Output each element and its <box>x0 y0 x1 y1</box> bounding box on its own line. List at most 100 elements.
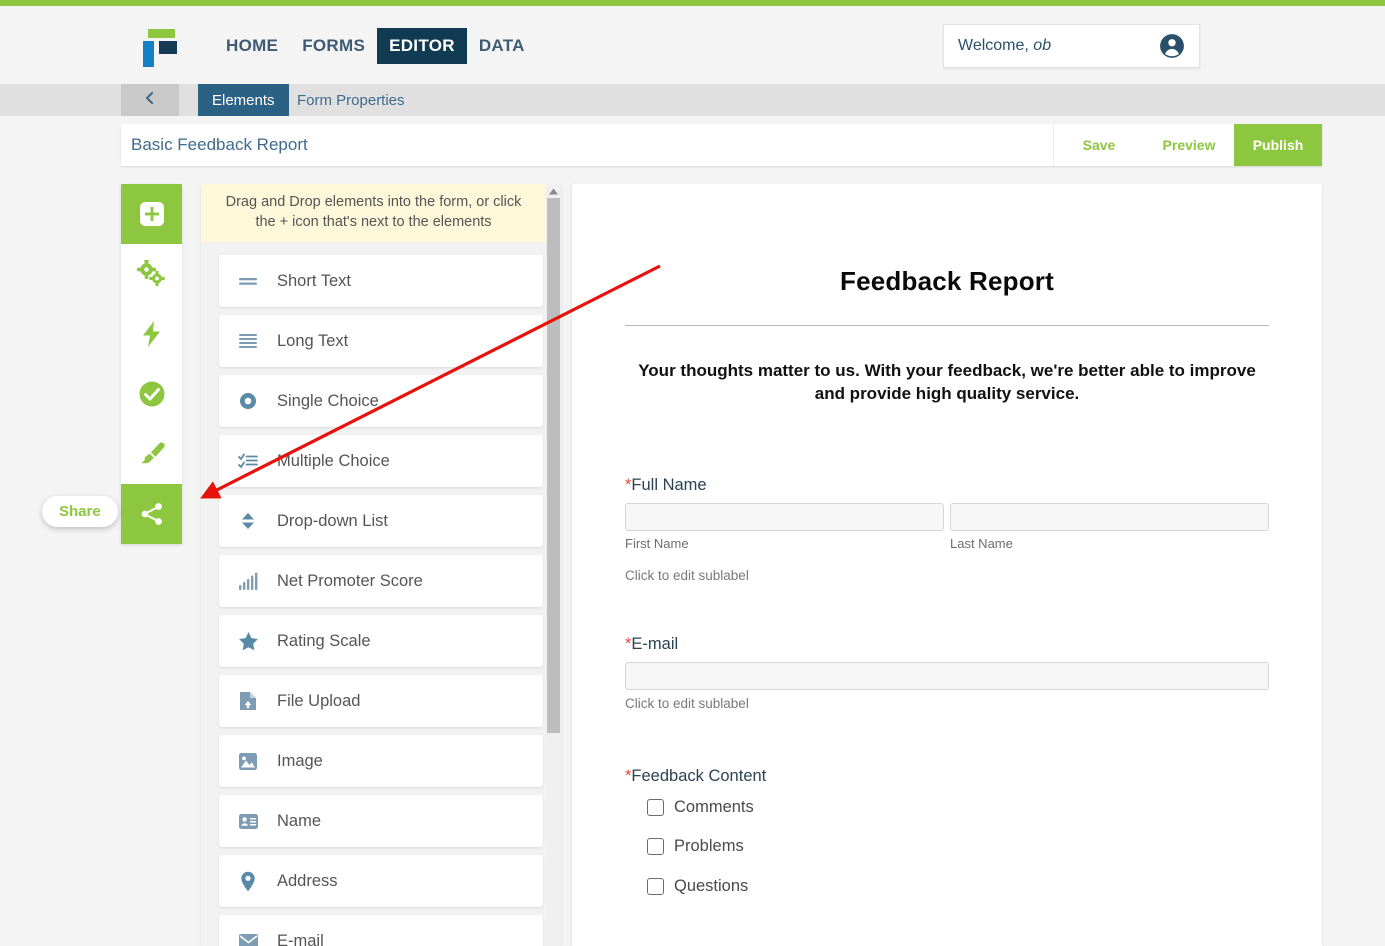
element-image[interactable]: Image <box>219 735 543 787</box>
main-nav: HOME FORMS EDITOR DATA <box>214 28 537 64</box>
back-button[interactable] <box>121 84 179 116</box>
rail-item-conditions[interactable] <box>121 304 182 364</box>
editor-icon-rail <box>121 184 182 544</box>
element-label: Long Text <box>277 331 349 350</box>
field-inputs-row: First Name Last Name <box>625 502 1269 551</box>
publish-button[interactable]: Publish <box>1234 124 1322 166</box>
up-down-caret-icon <box>219 511 277 531</box>
element-name[interactable]: Name <box>219 795 543 847</box>
nav-item-data[interactable]: DATA <box>467 28 537 64</box>
share-nodes-icon <box>138 500 166 528</box>
field-email[interactable]: *E-mail Click to edit sublabel <box>625 635 1269 711</box>
checkbox-option-problems[interactable]: Problems <box>647 837 1269 856</box>
element-long-text[interactable]: Long Text <box>219 315 543 367</box>
element-multiple-choice[interactable]: Multiple Choice <box>219 435 543 487</box>
logo-navy-bar <box>159 41 177 54</box>
tab-elements[interactable]: Elements <box>198 84 289 116</box>
form-subheading[interactable]: Your thoughts matter to us. With your fe… <box>634 360 1260 406</box>
file-upload-icon <box>219 691 277 711</box>
welcome-username: ob <box>1033 37 1052 54</box>
rail-item-settings[interactable] <box>121 244 182 304</box>
checkbox-icon[interactable] <box>647 798 664 816</box>
editor-subbar: Elements Form Properties <box>0 84 1385 116</box>
welcome-user-menu[interactable]: Welcome, ob <box>943 24 1200 68</box>
save-button[interactable]: Save <box>1054 124 1144 166</box>
element-dropdown-list[interactable]: Drop-down List <box>219 495 543 547</box>
map-pin-icon <box>219 871 277 892</box>
form-heading[interactable]: Feedback Report <box>572 266 1322 297</box>
element-label: Short Text <box>277 271 351 290</box>
tab-form-properties[interactable]: Form Properties <box>283 84 419 116</box>
panel-hint-text: Drag and Drop elements into the form, or… <box>201 184 546 242</box>
rail-item-share[interactable] <box>121 484 182 544</box>
element-file-upload[interactable]: File Upload <box>219 675 543 727</box>
nav-item-forms[interactable]: FORMS <box>290 28 377 64</box>
nav-item-home[interactable]: HOME <box>214 28 290 64</box>
last-name-input[interactable] <box>950 502 1269 531</box>
chevron-left-icon <box>143 90 157 111</box>
field-full-name[interactable]: *Full Name First Name Last Name Click to… <box>625 476 1269 583</box>
elements-list: Short Text Long Text Single Choice Multi… <box>201 242 561 946</box>
paintbrush-icon <box>138 440 166 468</box>
app-header: HOME FORMS EDITOR DATA Welcome, ob <box>0 6 1385 84</box>
element-label: Net Promoter Score <box>277 571 423 590</box>
elements-panel-scrollbar[interactable] <box>546 184 561 946</box>
elements-panel: Drag and Drop elements into the form, or… <box>201 184 561 946</box>
bar-chart-icon <box>219 571 277 591</box>
element-label: File Upload <box>277 691 361 710</box>
checkbox-icon[interactable] <box>647 877 664 895</box>
element-label: Drop-down List <box>277 511 388 530</box>
element-label: Multiple Choice <box>277 451 390 470</box>
last-name-sublabel[interactable]: Last Name <box>950 536 1269 551</box>
element-label: Rating Scale <box>277 631 371 650</box>
nav-item-editor[interactable]: EDITOR <box>377 28 467 64</box>
first-name-sublabel[interactable]: First Name <box>625 536 944 551</box>
checkbox-icon[interactable] <box>647 837 664 855</box>
email-input[interactable] <box>625 661 1269 690</box>
form-actions: Save Preview Publish <box>1053 124 1322 166</box>
element-rating-scale[interactable]: Rating Scale <box>219 615 543 667</box>
field-feedback-content[interactable]: *Feedback Content Comments Problems Ques… <box>625 767 1269 896</box>
checkbox-option-questions[interactable]: Questions <box>647 877 1269 896</box>
rail-item-add-element[interactable] <box>121 184 182 244</box>
field-sublabel-hint[interactable]: Click to edit sublabel <box>625 568 1269 583</box>
envelope-icon <box>219 933 277 946</box>
rail-item-designer[interactable] <box>121 424 182 484</box>
checkbox-option-comments[interactable]: Comments <box>647 798 1269 817</box>
element-short-text[interactable]: Short Text <box>219 255 543 307</box>
element-address[interactable]: Address <box>219 855 543 907</box>
welcome-prefix: Welcome, <box>958 37 1029 54</box>
form-title-row: Save Preview Publish <box>121 124 1322 166</box>
scrollbar-thumb[interactable] <box>547 198 560 733</box>
element-single-choice[interactable]: Single Choice <box>219 375 543 427</box>
id-card-icon <box>219 813 277 830</box>
last-name-col: Last Name <box>950 502 1269 551</box>
image-icon <box>219 752 277 771</box>
element-net-promoter-score[interactable]: Net Promoter Score <box>219 555 543 607</box>
logo-green-bar <box>148 29 175 38</box>
logo-blue-bar <box>143 41 154 67</box>
checkbox-label: Problems <box>674 836 744 855</box>
form-name-input[interactable] <box>121 124 1053 166</box>
app-logo-icon[interactable] <box>140 27 180 67</box>
preview-button[interactable]: Preview <box>1144 124 1234 166</box>
element-email[interactable]: E-mail <box>219 915 543 946</box>
triangle-up-icon[interactable] <box>546 184 561 198</box>
form-divider <box>625 325 1269 326</box>
rail-item-approvals[interactable] <box>121 364 182 424</box>
field-sublabel-hint[interactable]: Click to edit sublabel <box>625 696 1269 711</box>
checkbox-label: Comments <box>674 797 754 816</box>
user-circle-icon[interactable] <box>1159 33 1185 59</box>
radio-button-icon <box>219 391 277 411</box>
share-tooltip[interactable]: Share <box>42 496 118 527</box>
paragraph-lines-icon <box>219 331 277 351</box>
first-name-input[interactable] <box>625 502 944 531</box>
field-label: *Feedback Content <box>625 767 1269 786</box>
element-label: Address <box>277 871 338 890</box>
star-icon <box>219 631 277 651</box>
element-label: Image <box>277 751 323 770</box>
first-name-col: First Name <box>625 502 944 551</box>
field-label-text: Feedback Content <box>631 766 767 785</box>
element-label: Single Choice <box>277 391 379 410</box>
checkbox-label: Questions <box>674 876 749 895</box>
